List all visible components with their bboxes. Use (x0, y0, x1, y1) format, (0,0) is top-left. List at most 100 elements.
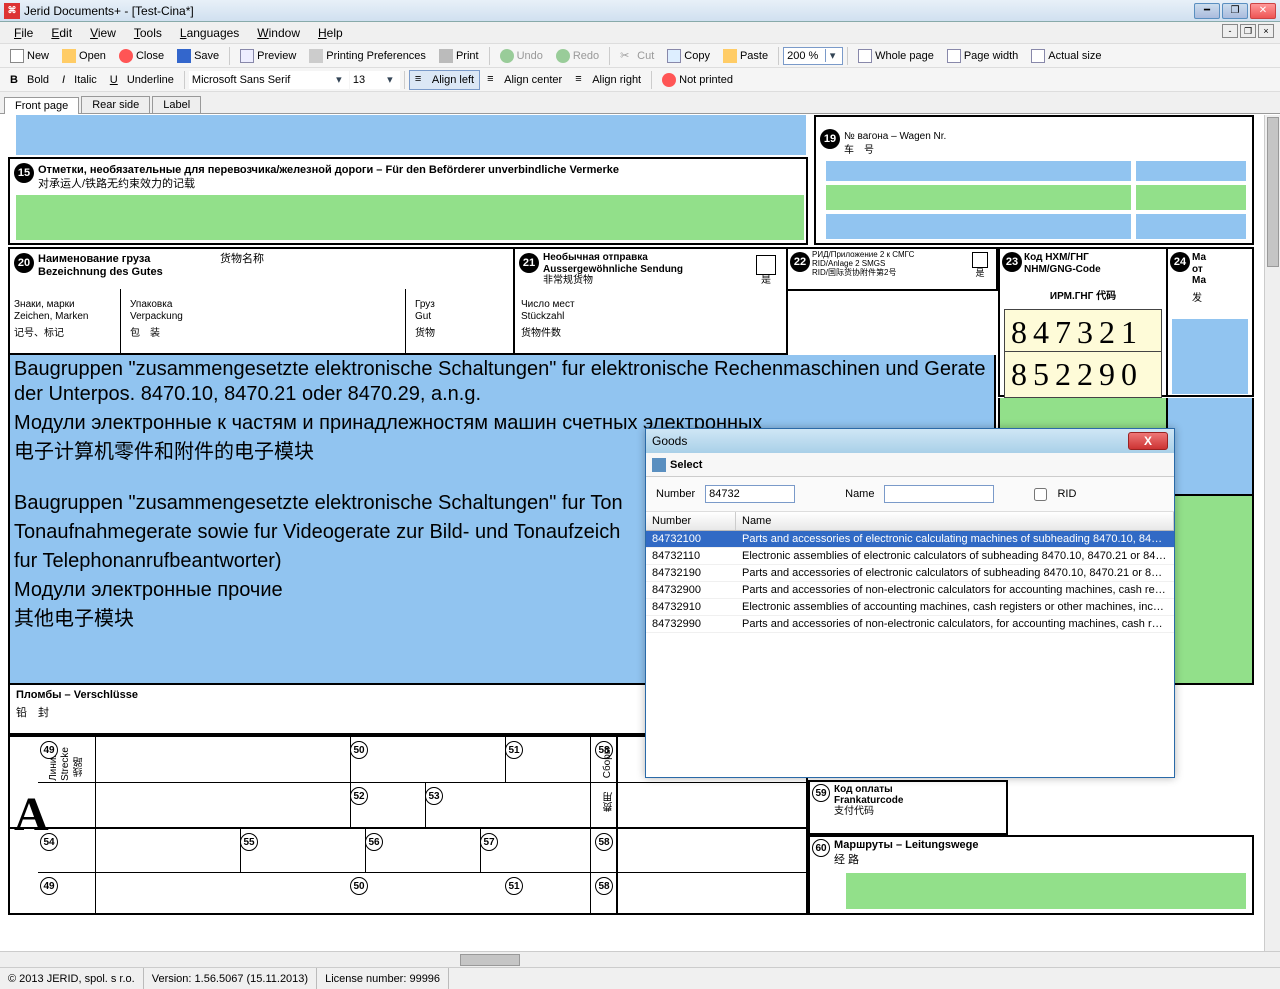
field-24-num: 24 (1170, 252, 1190, 272)
new-button[interactable]: New (4, 46, 55, 66)
field-60: 60 Маршруты – Leitungswege 经 路 (808, 835, 1254, 915)
field-24-extra1[interactable] (1168, 398, 1254, 496)
minimize-button[interactable]: ━ (1194, 3, 1220, 19)
undo-icon (500, 49, 514, 63)
horizontal-scrollbar[interactable] (0, 951, 1280, 967)
tab-front-page[interactable]: Front page (4, 97, 79, 114)
actual-size-button[interactable]: Actual size (1025, 46, 1107, 66)
new-icon (10, 49, 24, 63)
field-15-label-ru: Отметки, необязательные для перевозчика/… (38, 164, 619, 177)
print-button[interactable]: Print (433, 46, 485, 66)
menu-view[interactable]: View (82, 24, 124, 42)
close-icon (119, 49, 133, 63)
grid-row[interactable]: 84732900Parts and accessories of non-ele… (646, 582, 1174, 599)
wholepage-icon (858, 49, 872, 63)
field-14-value[interactable] (16, 115, 806, 155)
mdi-close[interactable]: × (1258, 24, 1274, 38)
maximize-button[interactable]: ❐ (1222, 3, 1248, 19)
field-21: 21 Необычная отправка Aussergewöhnliche … (513, 247, 788, 355)
col-name[interactable]: Name (736, 512, 1174, 530)
field-19-value-2b[interactable] (1136, 185, 1246, 210)
print-preferences-button[interactable]: Printing Preferences (303, 46, 432, 66)
menu-tools[interactable]: Tools (126, 24, 170, 42)
page-width-button[interactable]: Page width (941, 46, 1024, 66)
field-19-value-2[interactable] (826, 185, 1131, 210)
menu-help[interactable]: Help (310, 24, 351, 42)
undo-button[interactable]: Undo (494, 46, 549, 66)
field-22-num: 22 (790, 252, 810, 272)
grid-header: Number Name (646, 512, 1174, 531)
bold-button[interactable]: B Bold (4, 71, 55, 89)
field-24: 24 Ма от Ма 发 (1168, 247, 1254, 397)
dialog-titlebar[interactable]: Goods X (646, 429, 1174, 453)
redo-button[interactable]: Redo (550, 46, 605, 66)
grid-row[interactable]: 84732910Electronic assemblies of account… (646, 599, 1174, 616)
mdi-minimize[interactable]: - (1222, 24, 1238, 38)
tab-label[interactable]: Label (152, 96, 201, 113)
rid-checkbox[interactable] (1034, 488, 1047, 501)
field-24-extra2[interactable] (1168, 496, 1254, 685)
route-grid-left: A Линия Strecke 线路 49 50 51 58 52 53 54 … (8, 735, 618, 915)
field-23-code1[interactable]: 847321 (1004, 309, 1162, 356)
field-19-label-cn: 车 号 (844, 145, 874, 157)
grid-body[interactable]: 84732100Parts and accessories of electro… (646, 531, 1174, 633)
grid-row[interactable]: 84732100Parts and accessories of electro… (646, 531, 1174, 548)
field-23: 23 Код НХМ/ГНГ NHM/GNG-Code ИРМ.ГНГ 代码 8… (998, 247, 1168, 397)
menu-edit[interactable]: Edit (43, 24, 80, 42)
app-icon: ⌘ (4, 3, 20, 19)
close-doc-button[interactable]: Close (113, 46, 170, 66)
align-center-button[interactable]: ≡Align center (481, 70, 568, 90)
whole-page-button[interactable]: Whole page (852, 46, 940, 66)
field-19-num: 19 (820, 129, 840, 149)
menu-file[interactable]: FFileile (6, 24, 41, 42)
app-title: Jerid Documents+ - [Test-Cina*] (24, 4, 1194, 18)
italic-button[interactable]: I Italic (56, 71, 103, 89)
col-number[interactable]: Number (646, 512, 736, 530)
field-15-num: 15 (14, 163, 34, 183)
size-combo[interactable]: 13▾ (350, 71, 400, 89)
zoom-combo[interactable]: 200 %▾ (783, 47, 843, 65)
grid-row[interactable]: 84732990Parts and accessories of non-ele… (646, 616, 1174, 633)
field-19-value-1[interactable] (826, 161, 1131, 181)
paste-button[interactable]: Paste (717, 46, 774, 66)
alignright-icon: ≡ (575, 73, 589, 87)
not-printed-button[interactable]: Not printed (656, 70, 739, 90)
copy-button[interactable]: Copy (661, 46, 716, 66)
field-23-code2[interactable]: 852290 (1004, 351, 1162, 398)
document-tabs: Front page Rear side Label (0, 92, 1280, 114)
preview-button[interactable]: Preview (234, 46, 302, 66)
field-19-value-3[interactable] (826, 214, 1131, 239)
menu-languages[interactable]: Languages (172, 24, 247, 42)
statusbar: © 2013 JERID, spol. s r.o. Version: 1.56… (0, 967, 1280, 989)
dialog-toolbar: Select (646, 453, 1174, 477)
cut-button[interactable]: ✂Cut (614, 46, 660, 66)
grid-row[interactable]: 84732110Electronic assemblies of electro… (646, 548, 1174, 565)
goods-dialog: Goods X Select Number Name RID Number Na… (645, 428, 1175, 778)
field-24-value[interactable] (1172, 319, 1248, 394)
field-21-checkbox[interactable] (756, 255, 776, 275)
toolbar-format: B Bold I Italic U Underline Microsoft Sa… (0, 68, 1280, 92)
font-combo[interactable]: Microsoft Sans Serif▾ (189, 71, 349, 89)
toolbar-main: New Open Close Save Preview Printing Pre… (0, 44, 1280, 68)
close-button[interactable]: ✕ (1250, 3, 1276, 19)
tab-rear-side[interactable]: Rear side (81, 96, 150, 113)
align-right-button[interactable]: ≡Align right (569, 70, 647, 90)
underline-button[interactable]: U Underline (104, 71, 180, 89)
grid-row[interactable]: 84732190Parts and accessories of electro… (646, 565, 1174, 582)
mdi-restore[interactable]: ❐ (1240, 24, 1256, 38)
field-15-value[interactable] (16, 195, 804, 240)
field-19-value-1b[interactable] (1136, 161, 1246, 181)
menu-window[interactable]: Window (249, 24, 308, 42)
dialog-close-button[interactable]: X (1128, 432, 1168, 450)
save-button[interactable]: Save (171, 46, 225, 66)
field-60-value[interactable] (846, 873, 1246, 909)
field-19-value-3b[interactable] (1136, 214, 1246, 239)
number-input[interactable] (705, 485, 795, 503)
field-22-checkbox[interactable] (972, 252, 988, 268)
open-button[interactable]: Open (56, 46, 112, 66)
select-button[interactable]: Select (670, 459, 702, 471)
name-input[interactable] (884, 485, 994, 503)
align-left-button[interactable]: ≡Align left (409, 70, 480, 90)
vertical-scrollbar[interactable] (1264, 115, 1280, 951)
field-15: 15 Отметки, необязательные для перевозчи… (8, 157, 808, 245)
